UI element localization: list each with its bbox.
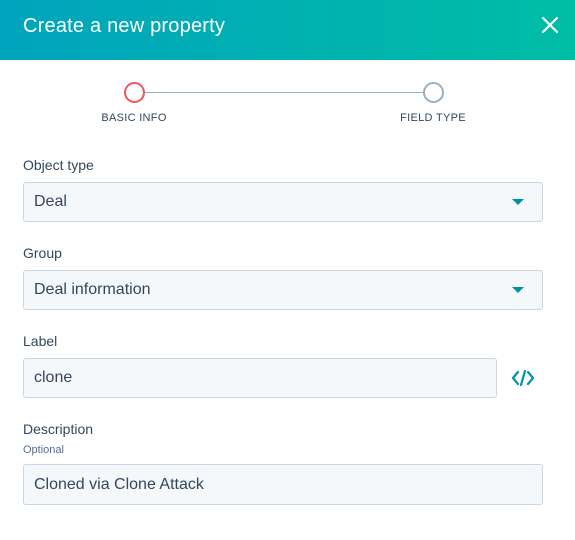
object-type-select[interactable]: Deal [23,182,543,222]
step-field-type-label: FIELD TYPE [400,112,466,124]
stepper-line [145,92,424,93]
description-input-value: Cloned via Clone Attack [34,475,204,493]
description-label: Description [23,421,94,437]
group-label: Group [23,245,62,261]
description-optional-hint: Optional [23,444,64,456]
dialog-title: Create a new property [23,15,226,37]
close-icon[interactable] [539,14,561,36]
group-select[interactable]: Deal information [23,270,543,310]
code-icon[interactable] [511,368,535,388]
dialog-header: Create a new property [0,0,575,60]
group-value: Deal information [34,281,151,298]
label-field-label: Label [23,333,58,349]
label-input[interactable]: clone [23,358,497,398]
step-field-type-dot [423,82,444,103]
label-input-value: clone [34,369,73,386]
step-basic-info-label: BASIC INFO [101,112,167,124]
object-type-label: Object type [23,157,94,173]
description-input[interactable]: Cloned via Clone Attack [23,464,543,505]
object-type-value: Deal [34,193,67,210]
caret-down-icon [512,287,524,293]
step-basic-info-dot [124,82,145,103]
caret-down-icon [512,199,524,205]
progress-stepper: BASIC INFO FIELD TYPE [0,80,575,130]
